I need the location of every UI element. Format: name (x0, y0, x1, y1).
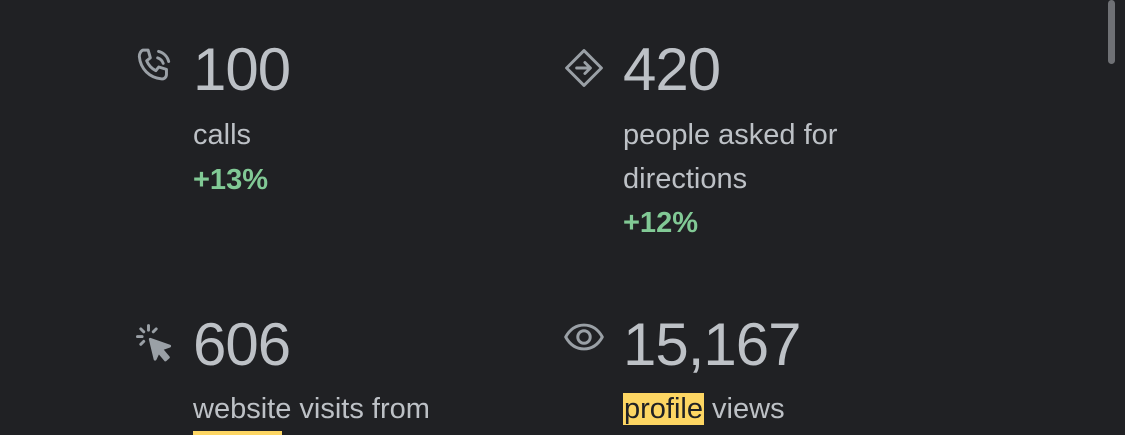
website-visits-label: website visits from (193, 393, 430, 425)
directions-icon (562, 46, 606, 90)
phone-icon (132, 45, 176, 89)
calls-change: +13% (193, 164, 268, 196)
profile-views-label: profile views (623, 387, 785, 431)
website-visits-value: 606 (193, 311, 291, 378)
profile-highlight: profile (623, 393, 704, 425)
calls-label: calls (193, 119, 252, 151)
directions-label-line-2: directions (623, 163, 748, 195)
calls-value: 100 (193, 36, 291, 103)
directions-label-line-1: people asked for (623, 119, 838, 151)
directions-change: +12% (623, 207, 698, 239)
profile-views-label-rest: views (704, 393, 785, 425)
scrollbar-thumb[interactable] (1108, 0, 1115, 64)
cursor-click-icon (132, 321, 176, 365)
directions-value: 420 (623, 36, 721, 103)
profile-views-value: 15,167 (623, 311, 802, 378)
search-term-highlight (193, 431, 282, 435)
eye-icon (562, 315, 606, 359)
